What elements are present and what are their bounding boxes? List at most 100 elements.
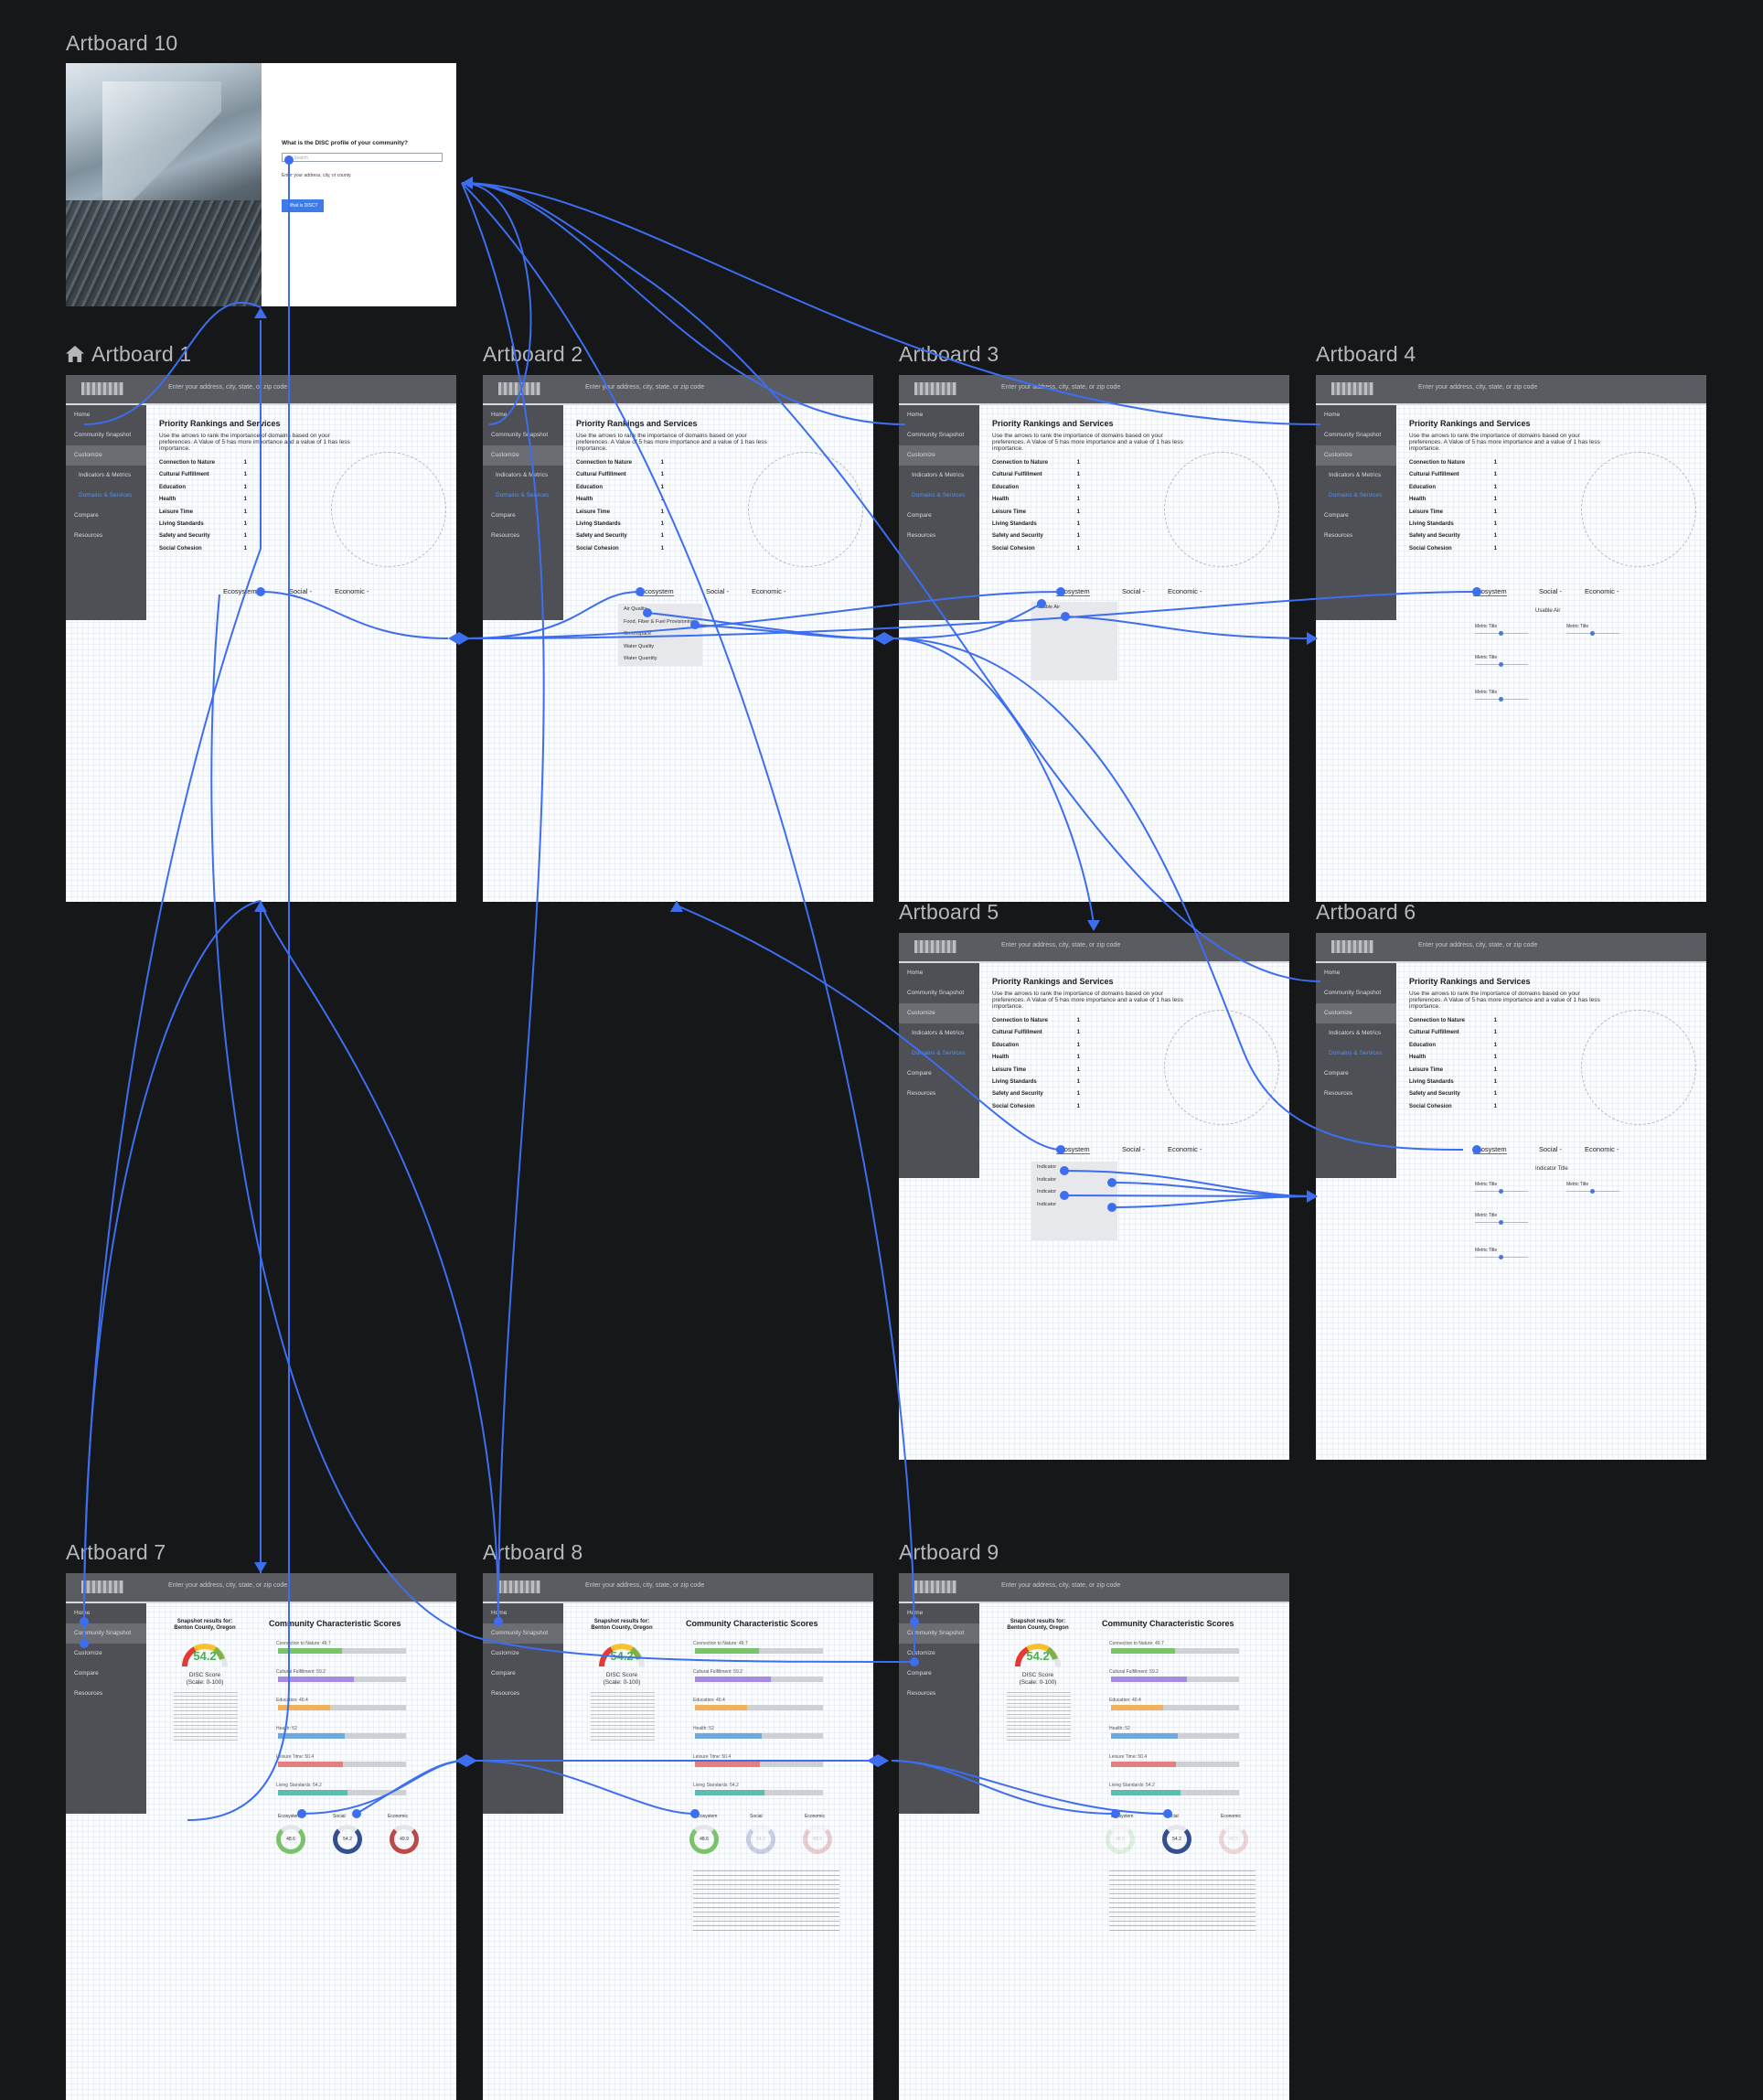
rank-row[interactable]: Connection to Nature 1 — [1409, 460, 1497, 472]
tab-ecosystem[interactable]: Ecosystem — [1473, 1145, 1507, 1154]
rank-row[interactable]: Health 1 — [992, 497, 1080, 509]
snapshot-tab[interactable]: Ecosystem — [278, 1814, 300, 1819]
rank-row[interactable]: Social Cohesion 1 — [1409, 546, 1497, 558]
nav-resources[interactable]: Resources — [66, 1684, 146, 1704]
slider-handle[interactable] — [1499, 1189, 1503, 1194]
rank-value[interactable]: 1 — [1494, 1091, 1497, 1103]
rank-row[interactable]: Cultural Fulfillment 1 — [992, 472, 1080, 484]
nav-indicators[interactable]: Indicators & Metrics — [1316, 1023, 1396, 1044]
tab-economic[interactable]: Economic - — [752, 587, 786, 595]
artboard-1[interactable]: Enter your address, city, state, or zip … — [66, 375, 456, 902]
tab-economic[interactable]: Economic - — [1168, 1145, 1202, 1153]
nav-resources[interactable]: Resources — [483, 1684, 563, 1704]
artboard-4[interactable]: Enter your address, city, state, or zip … — [1316, 375, 1706, 902]
rank-value[interactable]: 1 — [661, 460, 664, 472]
nav-compare[interactable]: Compare — [899, 1664, 979, 1684]
nav-community-snapshot[interactable]: Community Snapshot — [1316, 425, 1396, 445]
snapshot-tab[interactable]: Economic — [1221, 1814, 1241, 1819]
score-row[interactable]: Connection to Nature: 49.7 — [686, 1641, 832, 1654]
rank-value[interactable]: 1 — [1494, 1030, 1497, 1042]
artboard-2[interactable]: Enter your address, city, state, or zip … — [483, 375, 873, 902]
metric-slider[interactable]: Metric Title — [1566, 624, 1619, 636]
nav-customize[interactable]: Customize — [899, 1644, 979, 1664]
rank-value[interactable]: 1 — [1077, 1030, 1080, 1042]
dropdown-item[interactable]: Usable Air — [1031, 602, 1117, 615]
header-search-input[interactable]: Enter your address, city, state, or zip … — [1001, 384, 1120, 391]
nav-indicators[interactable]: Indicators & Metrics — [899, 1023, 979, 1044]
dropdown-item[interactable]: Indicator — [1031, 1199, 1117, 1212]
nav-community-snapshot[interactable]: Community Snapshot — [483, 425, 563, 445]
rank-row[interactable]: Health 1 — [992, 1055, 1080, 1066]
score-row[interactable]: Education: 40.4 — [1102, 1698, 1248, 1710]
landing-search-input[interactable]: Search — [282, 153, 443, 162]
score-row[interactable]: Leisure Time: 50.4 — [1102, 1754, 1248, 1767]
rank-row[interactable]: Living Standards 1 — [1409, 1079, 1497, 1091]
score-row[interactable]: Health: 52 — [1102, 1726, 1248, 1739]
rank-row[interactable]: Health 1 — [159, 497, 247, 509]
score-row[interactable]: Living Standards: 54.2 — [686, 1783, 832, 1795]
artboard-7[interactable]: Enter your address, city, state, or zip … — [66, 1573, 456, 2100]
rank-value[interactable]: 1 — [1077, 1079, 1080, 1091]
rank-value[interactable]: 1 — [1077, 1104, 1080, 1116]
rank-row[interactable]: Education 1 — [1409, 485, 1497, 497]
nav-home[interactable]: Home — [899, 963, 979, 983]
nav-customize[interactable]: Customize — [1316, 1003, 1396, 1023]
metric-slider[interactable]: Metric Title — [1566, 1182, 1619, 1194]
nav-compare[interactable]: Compare — [483, 506, 563, 526]
artboard-5[interactable]: Enter your address, city, state, or zip … — [899, 933, 1289, 1460]
slider-handle[interactable] — [1499, 1220, 1503, 1225]
rank-value[interactable]: 1 — [661, 533, 664, 545]
nav-compare[interactable]: Compare — [1316, 506, 1396, 526]
rank-value[interactable]: 1 — [1494, 1018, 1497, 1030]
artboard-1-label[interactable]: Artboard 1 — [66, 342, 191, 367]
rank-value[interactable]: 1 — [1077, 1018, 1080, 1030]
score-row[interactable]: Leisure Time: 50.4 — [269, 1754, 415, 1767]
rank-row[interactable]: Living Standards 1 — [576, 521, 664, 533]
snapshot-tab[interactable]: Ecosystem — [695, 1814, 717, 1819]
nav-indicators[interactable]: Indicators & Metrics — [483, 466, 563, 486]
metric-slider[interactable]: Metric Title — [1475, 690, 1528, 702]
artboard-3-label[interactable]: Artboard 3 — [899, 342, 999, 367]
tab-ecosystem[interactable]: Ecosystem — [640, 587, 674, 596]
dropdown-item[interactable]: Indicator — [1031, 1186, 1117, 1199]
score-row[interactable]: Living Standards: 54.2 — [269, 1783, 415, 1795]
what-is-disc-button[interactable]: What is DISC? — [282, 199, 324, 212]
score-row[interactable]: Cultural Fulfillment: 59.2 — [686, 1669, 832, 1682]
rank-row[interactable]: Cultural Fulfillment 1 — [576, 472, 664, 484]
nav-community-snapshot[interactable]: Community Snapshot — [66, 425, 146, 445]
rank-value[interactable]: 1 — [1077, 497, 1080, 509]
header-search-input[interactable]: Enter your address, city, state, or zip … — [585, 384, 704, 391]
rank-row[interactable]: Living Standards 1 — [1409, 521, 1497, 533]
snapshot-tab[interactable]: Social — [750, 1814, 763, 1819]
nav-resources[interactable]: Resources — [899, 1684, 979, 1704]
artboard-7-label[interactable]: Artboard 7 — [66, 1540, 166, 1565]
domain-ring[interactable]: 49.9 — [390, 1825, 419, 1854]
dropdown-item[interactable]: Indicator — [1031, 1174, 1117, 1187]
artboard-9-label[interactable]: Artboard 9 — [899, 1540, 999, 1565]
rank-value[interactable]: 1 — [661, 485, 664, 497]
domain-ring[interactable]: 48.6 — [1106, 1825, 1135, 1854]
rank-value[interactable]: 1 — [1077, 509, 1080, 521]
rank-row[interactable]: Cultural Fulfillment 1 — [1409, 1030, 1497, 1042]
nav-customize[interactable]: Customize — [483, 1644, 563, 1664]
snapshot-tab[interactable]: Ecosystem — [1111, 1814, 1133, 1819]
rank-row[interactable]: Safety and Security 1 — [992, 533, 1080, 545]
rank-row[interactable]: Connection to Nature 1 — [992, 460, 1080, 472]
rank-value[interactable]: 1 — [661, 509, 664, 521]
snapshot-tab[interactable]: Social — [1166, 1814, 1179, 1819]
tab-economic[interactable]: Economic - — [335, 587, 369, 595]
score-row[interactable]: Health: 52 — [269, 1726, 415, 1739]
snapshot-tab[interactable]: Economic — [388, 1814, 408, 1819]
nav-customize[interactable]: Customize — [899, 445, 979, 466]
rank-value[interactable]: 1 — [1494, 509, 1497, 521]
rank-row[interactable]: Connection to Nature 1 — [576, 460, 664, 472]
nav-indicators[interactable]: Indicators & Metrics — [899, 466, 979, 486]
nav-domains[interactable]: Domains & Services — [66, 486, 146, 506]
dropdown-item[interactable]: Indicator — [1031, 1162, 1117, 1174]
score-row[interactable]: Living Standards: 54.2 — [1102, 1783, 1248, 1795]
artboard-8[interactable]: Enter your address, city, state, or zip … — [483, 1573, 873, 2100]
rank-row[interactable]: Education 1 — [992, 1043, 1080, 1055]
rank-value[interactable]: 1 — [244, 472, 247, 484]
rank-row[interactable]: Social Cohesion 1 — [1409, 1104, 1497, 1116]
rank-value[interactable]: 1 — [661, 497, 664, 509]
